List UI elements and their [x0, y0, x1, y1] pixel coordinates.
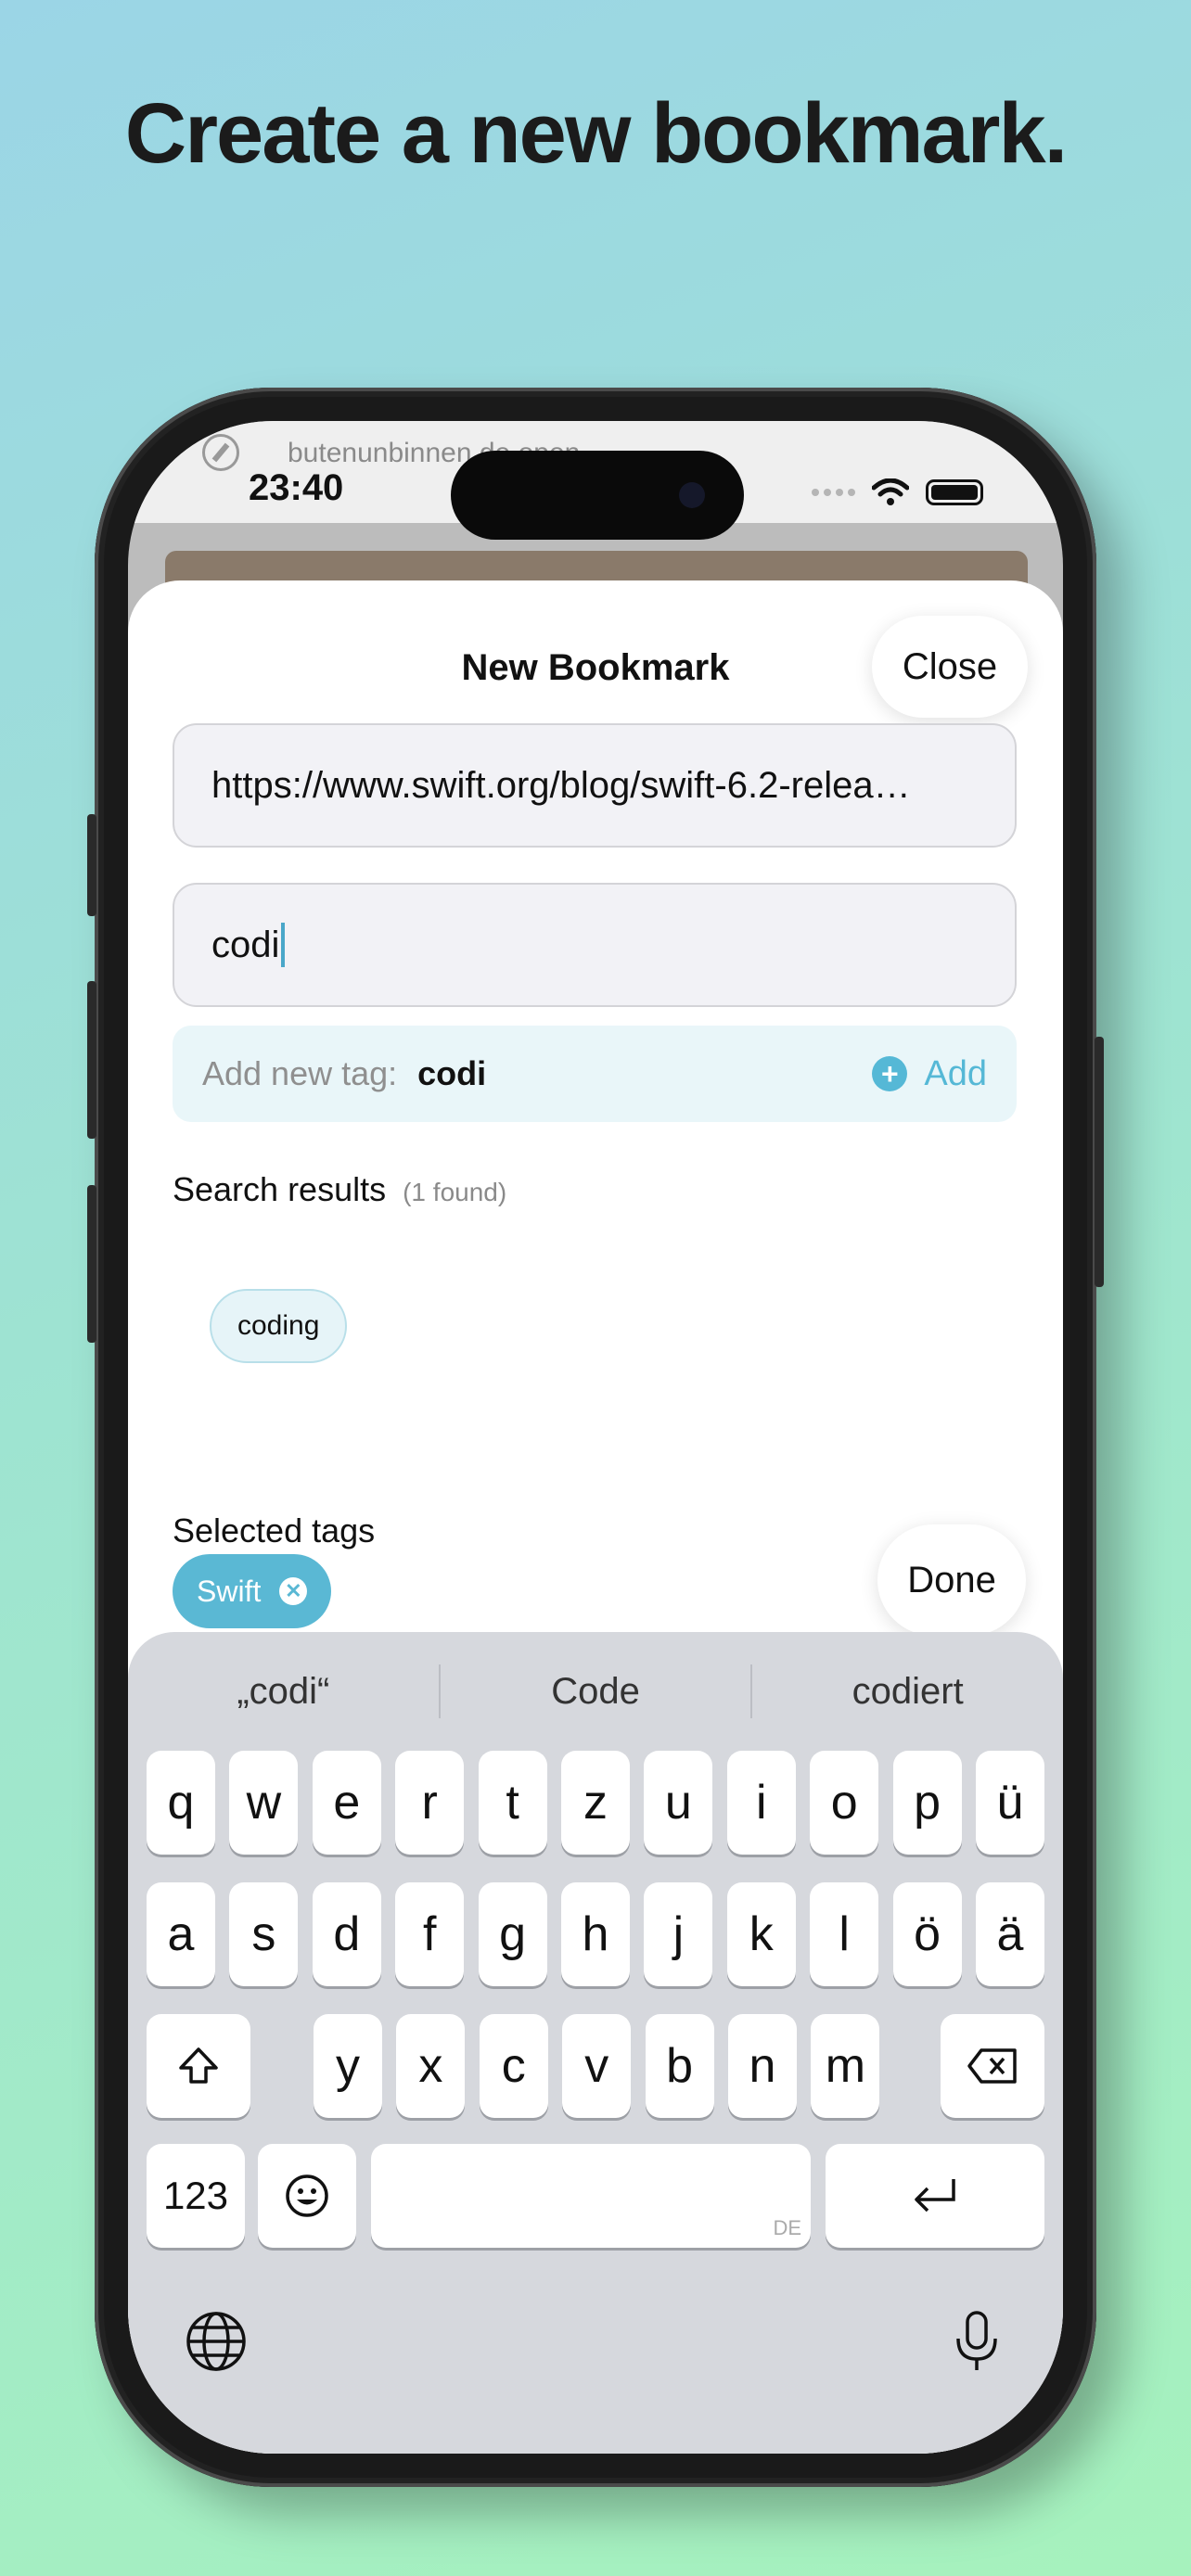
key-z[interactable]: z — [561, 1751, 630, 1855]
volume-up-button — [87, 981, 96, 1139]
wifi-icon — [872, 478, 909, 505]
key-c[interactable]: c — [479, 2014, 548, 2118]
tag-search-value: codi — [211, 924, 280, 965]
power-button — [1095, 1037, 1104, 1287]
key-n[interactable]: n — [728, 2014, 797, 2118]
suggestion-2[interactable]: Code — [441, 1671, 751, 1713]
key-w[interactable]: w — [229, 1751, 299, 1855]
key-b[interactable]: b — [645, 2014, 714, 2118]
key-j[interactable]: j — [644, 1882, 713, 1986]
key-k[interactable]: k — [726, 1882, 796, 1986]
microphone-icon[interactable] — [944, 2309, 1009, 2374]
backspace-icon — [967, 2048, 1017, 2084]
suggestion-1[interactable]: „codi“ — [128, 1671, 439, 1713]
add-tag-label: Add — [924, 1053, 987, 1093]
text-cursor — [281, 923, 286, 967]
add-new-tag-label: Add new tag: — [202, 1054, 398, 1092]
key-m[interactable]: m — [811, 2014, 880, 2118]
status-icons — [812, 478, 983, 506]
return-icon — [915, 2179, 955, 2213]
key-ö[interactable]: ö — [892, 1882, 962, 1986]
search-result-tag[interactable]: coding — [210, 1289, 348, 1363]
done-button[interactable]: Done — [877, 1524, 1026, 1636]
suggestion-bar: „codi“ Code codiert — [128, 1645, 1063, 1738]
tag-search-input[interactable]: codi — [173, 883, 1017, 1007]
add-new-tag-row[interactable]: Add new tag: codi + Add — [173, 1026, 1017, 1122]
key-t[interactable]: t — [478, 1751, 547, 1855]
plus-circle-icon: + — [872, 1056, 908, 1091]
url-field[interactable]: https://www.swift.org/blog/swift-6.2-rel… — [173, 723, 1017, 848]
return-key[interactable] — [826, 2144, 1044, 2248]
selected-tags-label: Selected tags — [173, 1511, 376, 1549]
key-q[interactable]: q — [147, 1751, 215, 1855]
keyboard: „codi“ Code codiert 123 DE q w e r t z u… — [128, 1632, 1063, 2454]
action-button — [87, 814, 96, 916]
suggestion-3[interactable]: codiert — [752, 1671, 1063, 1713]
headline: Create a new bookmark. — [124, 86, 1068, 181]
phone-frame: butenunbinnen.de open 23:40 New Bookmark… — [87, 388, 1104, 2487]
key-s[interactable]: s — [229, 1882, 299, 1986]
key-y[interactable]: y — [314, 2014, 382, 2118]
key-f[interactable]: f — [395, 1882, 465, 1986]
key-e[interactable]: e — [312, 1751, 381, 1855]
key-ä[interactable]: ä — [976, 1882, 1044, 1986]
key-d[interactable]: d — [312, 1882, 381, 1986]
key-l[interactable]: l — [810, 1882, 879, 1986]
backspace-key[interactable] — [941, 2014, 1044, 2118]
dynamic-island — [451, 451, 744, 540]
selected-tag[interactable]: Swift ✕ — [173, 1554, 332, 1628]
key-v[interactable]: v — [562, 2014, 632, 2118]
close-button[interactable]: Close — [872, 616, 1028, 718]
search-results-label: Search results — [173, 1170, 387, 1208]
search-results-count: (1 found) — [403, 1178, 507, 1206]
emoji-key[interactable] — [258, 2144, 356, 2248]
key-ü[interactable]: ü — [976, 1751, 1044, 1855]
signal-icon — [812, 489, 855, 496]
globe-icon[interactable] — [184, 2309, 249, 2374]
add-tag-button[interactable]: + Add — [872, 1054, 987, 1094]
keyboard-language-label: DE — [773, 2216, 801, 2239]
key-h[interactable]: h — [561, 1882, 630, 1986]
selected-tag-label: Swift — [197, 1574, 262, 1608]
compass-icon — [202, 434, 239, 471]
screen: butenunbinnen.de open 23:40 New Bookmark… — [128, 421, 1063, 2454]
key-o[interactable]: o — [810, 1751, 879, 1855]
key-r[interactable]: r — [395, 1751, 465, 1855]
space-key[interactable]: DE — [371, 2144, 811, 2248]
shift-icon — [179, 2047, 218, 2084]
camera-icon — [679, 482, 705, 508]
battery-icon — [926, 479, 983, 505]
key-p[interactable]: p — [892, 1751, 962, 1855]
url-field-value: https://www.swift.org/blog/swift-6.2-rel… — [211, 764, 911, 806]
key-g[interactable]: g — [478, 1882, 547, 1986]
search-results-heading: Search results (1 found) — [173, 1170, 506, 1209]
shift-key[interactable] — [147, 2014, 250, 2118]
key-a[interactable]: a — [147, 1882, 215, 1986]
numbers-key[interactable]: 123 — [147, 2144, 245, 2248]
volume-down-button — [87, 1185, 96, 1343]
add-new-tag-value: codi — [417, 1054, 487, 1092]
status-time: 23:40 — [249, 467, 344, 508]
key-x[interactable]: x — [396, 2014, 466, 2118]
key-u[interactable]: u — [644, 1751, 713, 1855]
remove-tag-icon[interactable]: ✕ — [279, 1577, 308, 1605]
emoji-icon — [286, 2174, 328, 2217]
key-i[interactable]: i — [726, 1751, 796, 1855]
